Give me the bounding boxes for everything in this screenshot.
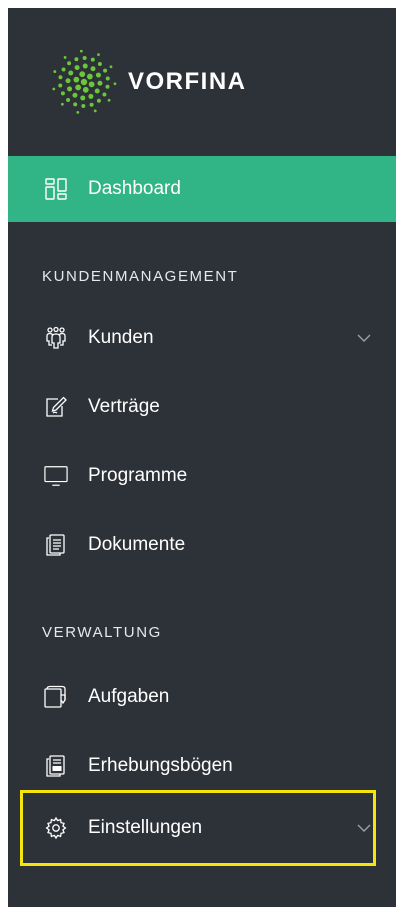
gear-icon: [44, 816, 68, 840]
section-header-verwaltung: VERWALTUNG: [42, 624, 162, 641]
logo-dot: [88, 93, 94, 99]
logo-dot: [93, 109, 97, 113]
logo-dot: [66, 97, 71, 102]
logo-dot: [105, 76, 110, 81]
logo-dot: [73, 102, 78, 107]
sidebar-item-kunden[interactable]: Kunden: [8, 305, 396, 371]
vorfina-logo-icon: [52, 49, 117, 114]
logo-dot: [81, 103, 86, 108]
logo-dot: [95, 72, 101, 78]
chevron-down-icon[interactable]: [356, 330, 372, 346]
logo-dot: [68, 70, 74, 76]
logo-dot: [52, 87, 56, 91]
logo-dot: [79, 49, 83, 53]
logo-dot: [60, 102, 64, 106]
logo-dot: [79, 71, 86, 78]
logo-dot: [97, 53, 100, 56]
logo-dot: [61, 67, 66, 72]
monitor-icon: [44, 464, 68, 488]
logo-dot: [80, 78, 88, 86]
logo-dot: [109, 65, 113, 69]
logo-dot: [60, 91, 65, 96]
chevron-down-icon[interactable]: [356, 820, 372, 836]
edit-document-icon: [44, 395, 68, 419]
sidebar-item-label: Einstellungen: [88, 817, 203, 838]
logo-dot: [113, 82, 117, 86]
logo-dot: [90, 57, 95, 62]
logo-dot: [58, 75, 63, 80]
sidebar-item-label: Verträge: [88, 396, 160, 417]
logo-dot: [82, 56, 87, 61]
sidebar-item-vertraege[interactable]: Verträge: [8, 374, 396, 440]
logo-dot: [67, 61, 72, 66]
sidebar-item-dokumente[interactable]: Dokumente: [8, 512, 396, 578]
logo-dot: [82, 86, 89, 93]
sidebar: VORFINA Dashboard KUNDENMANAGEMENT Kunde…: [8, 8, 396, 907]
pdf-document-icon: [44, 754, 68, 778]
logo-dot: [72, 92, 78, 98]
logo-dot: [105, 84, 110, 89]
logo-dot: [53, 70, 57, 73]
brand-logo[interactable]: VORFINA: [48, 46, 247, 118]
logo-dot: [65, 78, 71, 84]
sidebar-item-label: Aufgaben: [88, 686, 170, 707]
sidebar-item-aufgaben[interactable]: Aufgaben: [8, 664, 396, 730]
tasks-icon: [44, 685, 68, 709]
brand-name: VORFINA: [128, 68, 247, 95]
sidebar-item-label: Programme: [88, 465, 188, 486]
logo-dot: [58, 83, 63, 88]
sidebar-item-label: Dokumente: [88, 534, 186, 555]
sidebar-item-programme[interactable]: Programme: [8, 443, 396, 509]
logo-dot: [76, 110, 80, 114]
logo-dot: [94, 88, 100, 94]
logo-dot: [96, 98, 101, 103]
logo-dot: [97, 62, 102, 67]
logo-dot: [97, 80, 103, 86]
sidebar-item-einstellungen[interactable]: Einstellungen: [8, 795, 396, 861]
logo-dot: [74, 65, 80, 71]
logo-dot: [63, 56, 67, 59]
logo-dot: [75, 84, 82, 91]
sidebar-item-label: Dashboard: [88, 178, 181, 199]
documents-icon: [44, 533, 68, 557]
sidebar-item-dashboard[interactable]: Dashboard: [8, 156, 396, 222]
logo-dot: [88, 81, 95, 88]
logo-dot: [103, 68, 108, 73]
logo-dot: [90, 66, 96, 72]
logo-dot: [80, 95, 86, 101]
logo-dot: [86, 73, 93, 80]
logo-dot: [74, 57, 79, 62]
sidebar-item-label: Erhebungsbögen: [88, 755, 233, 776]
sidebar-item-label: Kunden: [88, 327, 154, 348]
logo-dot: [89, 102, 94, 107]
sidebar-item-erhebungsboegen[interactable]: Erhebungsbögen: [8, 733, 396, 799]
logo-dot: [107, 98, 111, 102]
logo-dot: [102, 92, 107, 97]
logo-dot: [73, 76, 80, 83]
logo-dot: [82, 63, 88, 69]
logo-dot: [67, 86, 73, 92]
users-group-icon: [44, 326, 68, 350]
dashboard-grid-icon: [44, 177, 68, 201]
section-header-kundenmanagement: KUNDENMANAGEMENT: [42, 268, 239, 285]
